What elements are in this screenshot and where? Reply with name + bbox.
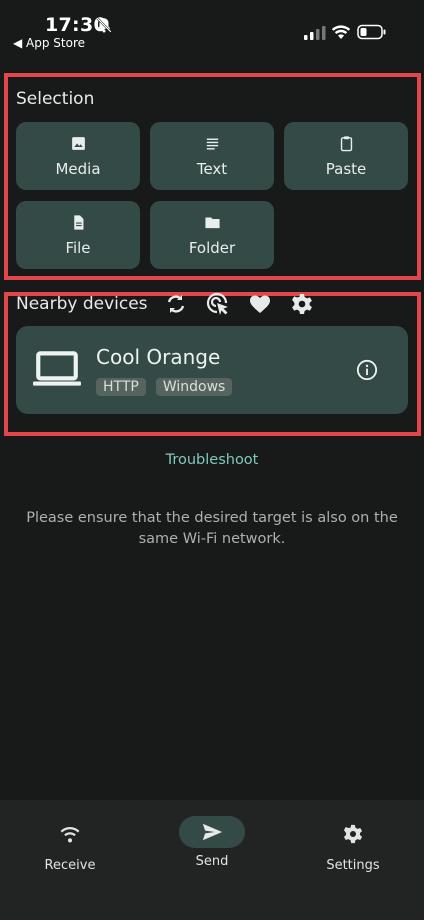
bell-slash-icon	[96, 17, 112, 33]
file-icon	[73, 214, 83, 230]
clipboard-icon	[340, 135, 352, 151]
info-icon[interactable]	[356, 359, 378, 381]
nav-send[interactable]: Send	[172, 816, 252, 869]
text-label: Text	[196, 159, 228, 178]
cursor-select-icon[interactable]	[206, 292, 230, 316]
send-icon	[202, 823, 223, 841]
file-label: File	[65, 238, 91, 257]
device-card-cool-orange[interactable]: Cool Orange HTTP Windows	[16, 326, 408, 414]
paste-label: Paste	[325, 159, 367, 178]
network-note: Please ensure that the desired target is…	[26, 510, 398, 547]
refresh-icon[interactable]	[164, 292, 188, 316]
text-tile[interactable]: Text	[150, 122, 274, 190]
folder-label: Folder	[188, 238, 236, 257]
media-label: Media	[55, 159, 101, 178]
battery-icon	[357, 24, 386, 40]
troubleshoot-link[interactable]: Troubleshoot	[0, 452, 424, 468]
heart-icon[interactable]	[248, 292, 272, 316]
file-tile[interactable]: File	[16, 201, 140, 269]
image-icon	[71, 136, 85, 150]
wifi-icon	[60, 827, 80, 843]
text-lines-icon	[206, 138, 218, 150]
device-tags: HTTP Windows	[96, 378, 233, 396]
signal-icon	[304, 26, 326, 40]
tag-http: HTTP	[96, 378, 146, 396]
gear-icon	[343, 824, 363, 844]
media-tile[interactable]: Media	[16, 122, 140, 190]
laptop-icon	[33, 351, 81, 386]
folder-icon	[204, 217, 220, 228]
tag-windows: Windows	[155, 378, 233, 396]
device-name: Cool Orange	[96, 345, 221, 369]
nav-receive-label: Receive	[44, 858, 96, 873]
nav-receive[interactable]: Receive	[30, 818, 110, 873]
folder-tile[interactable]: Folder	[150, 201, 274, 269]
nav-settings-label: Settings	[326, 858, 380, 873]
nearby-devices-title: Nearby devices	[16, 294, 148, 314]
selection-title: Selection	[16, 89, 95, 109]
nav-settings[interactable]: Settings	[313, 818, 393, 873]
back-to-app-store[interactable]: ◀ App Store	[13, 36, 85, 50]
paste-tile[interactable]: Paste	[284, 122, 408, 190]
wifi-icon	[331, 25, 351, 39]
nav-send-label: Send	[195, 854, 229, 869]
send-selected-pill	[179, 816, 245, 848]
gear-icon[interactable]	[290, 292, 314, 316]
